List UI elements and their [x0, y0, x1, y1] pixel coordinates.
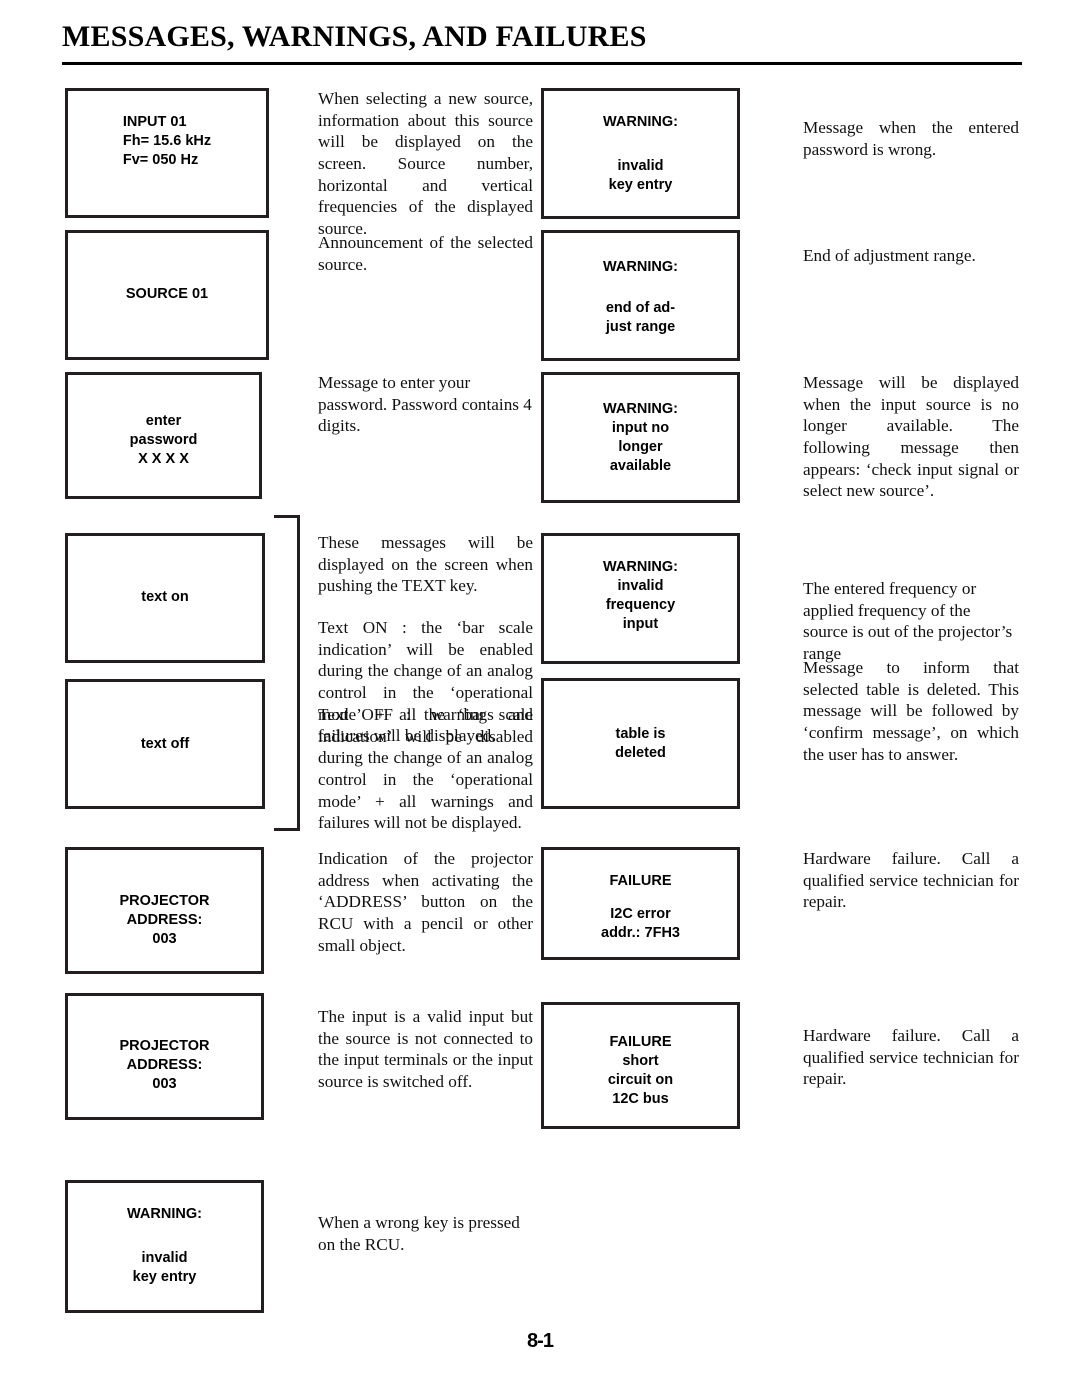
paragraph-password-wrong: Message when the entered password is wro… — [803, 118, 1019, 159]
paragraph-hardware-failure-1: Hardware failure. Call a qualified servi… — [803, 849, 1019, 912]
lcd-box-text-off: text off — [65, 679, 265, 809]
lcd-line: input no — [611, 420, 670, 437]
lcd-heading: FAILURE — [609, 873, 672, 889]
lcd-line: longer — [618, 439, 663, 456]
paragraph-text-key-intro: These messages will be displayed on the … — [318, 533, 533, 596]
lcd-line: ADDRESS: — [126, 1057, 203, 1074]
paragraph-wrong-key: When a wrong key is pressed on the RCU. — [318, 1213, 520, 1254]
lcd-line: 003 — [152, 1076, 177, 1093]
lcd-line: 12C bus — [612, 1091, 669, 1108]
bracket-stem — [297, 515, 300, 831]
lcd-box-failure-i2c-error: FAILURE I2C error addr.: 7FH3 — [541, 847, 740, 960]
lcd-line: end of ad- — [605, 300, 676, 316]
lcd-line: frequency — [605, 597, 676, 614]
lcd-box-text-on: text on — [65, 533, 265, 663]
bracket-arm-bottom — [274, 828, 300, 831]
paragraph-password: Message to enter your password. Password… — [318, 373, 532, 436]
paragraph-hardware-failure-2: Hardware failure. Call a qualified servi… — [803, 1026, 1019, 1089]
lcd-line: table is — [615, 726, 666, 742]
lcd-box-input-info: INPUT 01 Fh= 15.6 kHz Fv= 050 Hz — [65, 88, 269, 218]
lcd-line: key entry — [132, 1269, 197, 1286]
paragraph-input-unavailable: Message will be displayed when the input… — [803, 373, 1019, 501]
lcd-line: input — [622, 616, 659, 633]
title-divider — [62, 62, 1022, 65]
lcd-line: SOURCE 01 — [125, 286, 209, 302]
lcd-line: 003 — [152, 931, 177, 948]
lcd-line: just range — [605, 319, 676, 336]
lcd-line: X X X X — [138, 451, 189, 468]
lcd-box-warning-invalid-key-entry-left: WARNING: invalid key entry — [65, 1180, 264, 1313]
lcd-line: enter — [145, 413, 182, 429]
lcd-line: WARNING: — [603, 559, 678, 575]
lcd-box-warning-invalid-key-entry: WARNING: invalid key entry — [541, 88, 740, 219]
lcd-box-failure-short-circuit: FAILURE short circuit on 12C bus — [541, 1002, 740, 1129]
lcd-line: WARNING: — [603, 401, 678, 417]
lcd-line: invalid — [617, 158, 664, 174]
paragraph-source-info: When selecting a new source, information… — [318, 89, 533, 239]
lcd-line: available — [609, 458, 672, 475]
lcd-line: key entry — [608, 177, 673, 194]
group-bracket — [270, 515, 300, 831]
paragraph-frequency-out-of-range: The entered frequency or applied frequen… — [803, 579, 1013, 664]
lcd-box-warning-invalid-frequency-input: WARNING: invalid frequency input — [541, 533, 740, 664]
paragraph-end-of-range: End of adjustment range. — [803, 246, 976, 265]
lcd-line: Fv= 050 Hz — [122, 152, 199, 169]
lcd-box-warning-end-of-adjust-range: WARNING: end of ad- just range — [541, 230, 740, 361]
lcd-box-source-announcement: SOURCE 01 — [65, 230, 269, 360]
lcd-line: PROJECTOR — [119, 1038, 210, 1054]
lcd-line: PROJECTOR — [119, 893, 210, 909]
lcd-heading: WARNING: — [603, 114, 678, 130]
lcd-line: INPUT 01 — [122, 114, 187, 130]
lcd-line: FAILURE — [609, 1034, 672, 1050]
lcd-heading: WARNING: — [603, 259, 678, 275]
lcd-box-warning-input-no-longer-available: WARNING: input no longer available — [541, 372, 740, 503]
lcd-line: addr.: 7FH3 — [601, 925, 680, 942]
lcd-line: Fh= 15.6 kHz — [122, 133, 212, 150]
lcd-line: short — [622, 1053, 659, 1070]
lcd-line: text on — [141, 589, 189, 605]
page-title: MESSAGES, WARNINGS, AND FAILURES — [62, 20, 647, 53]
lcd-line: I2C error — [610, 906, 671, 922]
paragraph-announcement: Announcement of the selected source. — [318, 233, 533, 274]
lcd-line: circuit on — [607, 1072, 674, 1089]
lcd-heading: WARNING: — [127, 1206, 202, 1222]
paragraph-projector-address: Indication of the projector address when… — [318, 849, 533, 955]
lcd-line: text off — [140, 736, 190, 752]
lcd-box-projector-address-1: PROJECTOR ADDRESS: 003 — [65, 847, 264, 974]
lcd-box-enter-password: enter password X X X X — [65, 372, 262, 499]
lcd-line: invalid — [617, 578, 664, 595]
lcd-line: invalid — [141, 1250, 188, 1266]
lcd-box-table-is-deleted: table is deleted — [541, 678, 740, 809]
page-number: 8-1 — [527, 1330, 554, 1352]
lcd-line: password — [129, 432, 198, 449]
paragraph-table-deleted: Message to inform that selected table is… — [803, 658, 1019, 764]
paragraph-input-not-connected: The input is a valid input but the sourc… — [318, 1007, 533, 1092]
lcd-line: deleted — [615, 745, 666, 762]
lcd-line: ADDRESS: — [126, 912, 203, 929]
lcd-box-projector-address-2: PROJECTOR ADDRESS: 003 — [65, 993, 264, 1120]
paragraph-text-off: Text OFF : the ‘bar scale indication’ wi… — [318, 705, 533, 833]
